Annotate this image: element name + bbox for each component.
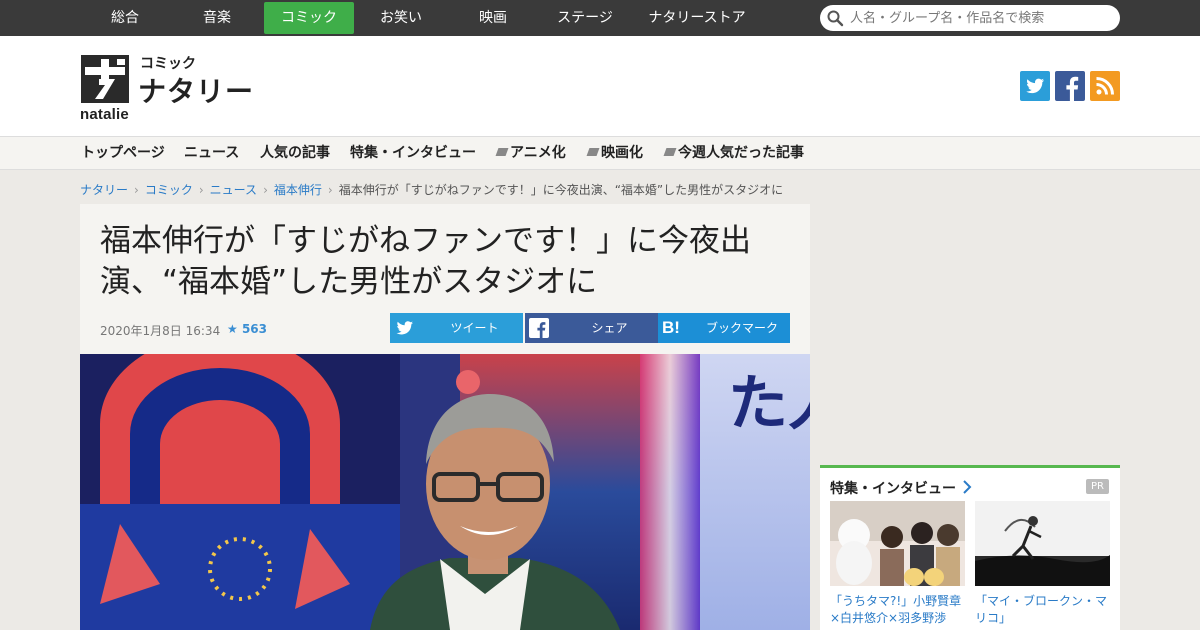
twitter-button[interactable]: [1020, 71, 1050, 101]
hatena-bookmark-button[interactable]: B! ブックマーク: [658, 313, 790, 343]
pr-badge: PR: [1086, 479, 1109, 494]
section-nav: トップページ ニュース 人気の記事 特集・インタビュー アニメ化 映画化 今週人…: [0, 136, 1200, 170]
tweet-label: ツイート: [450, 321, 499, 335]
facebook-button[interactable]: [1055, 71, 1085, 101]
widget-title[interactable]: 特集・インタビュー: [830, 478, 956, 498]
tv-studio-photo: た人生: [80, 354, 810, 630]
tag-icon: [586, 148, 600, 156]
nav-weekly-label: 今週人気だった記事: [678, 145, 804, 161]
facebook-share-button[interactable]: シェア: [525, 313, 658, 343]
breadcrumb-current: 福本伸行が「すじがねファンです！」に今夜出演、“福本婚”した男性がスタジオに: [338, 183, 784, 197]
facebook-icon: [1066, 76, 1079, 101]
site-header: natalie コミック ナタリー: [0, 36, 1200, 136]
breadcrumb-link[interactable]: コミック: [145, 183, 193, 197]
chevron-right-icon: ›: [263, 183, 268, 197]
nav-movie-label: 映画化: [601, 145, 643, 161]
feature-photo: [975, 501, 1110, 586]
tag-icon: [495, 148, 509, 156]
nav-popular[interactable]: 人気の記事: [260, 137, 330, 169]
breadcrumb-link[interactable]: ニュース: [210, 183, 257, 197]
feature-widget: 特集・インタビュー PR 「うちタマ?!」小野賢章×白井悠介×羽多野渉 「マイ・…: [820, 465, 1120, 630]
category-tab-owarai[interactable]: お笑い: [354, 2, 448, 34]
star-icon: ★: [227, 322, 238, 336]
facebook-share-label: シェア: [591, 321, 628, 335]
category-tab-store[interactable]: ナタリーストア: [632, 2, 762, 34]
article-title: 福本伸行が「すじがねファンです！」に今夜出演、“福本婚”した男性がスタジオに: [100, 223, 751, 300]
feature-caption[interactable]: 「うちタマ?!」小野賢章×白井悠介×羽多野渉: [830, 593, 970, 627]
breadcrumb-link[interactable]: 福本伸行: [274, 183, 322, 197]
star-count-value: 563: [241, 322, 268, 336]
natalie-logo-icon[interactable]: [81, 55, 129, 103]
nav-anime-label: アニメ化: [510, 145, 566, 161]
facebook-icon: [529, 318, 549, 338]
logo-wordmark: natalie: [80, 106, 129, 123]
breadcrumb-link[interactable]: ナタリー: [80, 183, 128, 197]
hatena-bookmark-label: ブックマーク: [705, 321, 778, 335]
category-tab-music[interactable]: 音楽: [170, 2, 264, 34]
search-input[interactable]: [850, 8, 1110, 28]
rss-icon: [1096, 77, 1114, 95]
photo-text: た人生: [728, 369, 810, 439]
article-date: 2020年1月8日 16:34: [100, 324, 221, 338]
twitter-icon: [1026, 78, 1044, 94]
chevron-right-icon: ›: [134, 183, 139, 197]
category-nav: 総合 音楽 コミック お笑い 映画 ステージ ナタリーストア: [80, 2, 762, 34]
category-bar: 総合 音楽 コミック お笑い 映画 ステージ ナタリーストア: [0, 0, 1200, 36]
feature-caption[interactable]: 「マイ・ブロークン・マリコ」: [975, 593, 1115, 627]
logo-title[interactable]: ナタリー: [138, 70, 254, 110]
nav-news[interactable]: ニュース: [184, 137, 239, 169]
hatena-bookmark-icon: B!: [662, 318, 680, 337]
tweet-button[interactable]: ツイート: [390, 313, 523, 343]
category-tab-general[interactable]: 総合: [80, 2, 170, 34]
nav-top-page[interactable]: トップページ: [81, 137, 165, 169]
chevron-right-icon: ›: [327, 183, 333, 197]
feature-thumbnail[interactable]: [975, 501, 1110, 586]
chevron-right-icon[interactable]: [962, 479, 972, 495]
article-header: 福本伸行が「すじがねファンです！」に今夜出演、“福本婚”した男性がスタジオに 2…: [80, 204, 810, 354]
nav-movie[interactable]: 映画化: [586, 137, 643, 169]
feature-photo: [830, 501, 965, 586]
nav-anime[interactable]: アニメ化: [495, 137, 566, 169]
rss-button[interactable]: [1090, 71, 1120, 101]
tag-icon: [663, 148, 677, 156]
star-count[interactable]: ★ 563: [227, 322, 267, 336]
category-tab-eiga[interactable]: 映画: [448, 2, 538, 34]
breadcrumb: ナタリー › コミック › ニュース › 福本伸行 › 福本伸行が「すじがねファンです！」に今夜…: [80, 181, 783, 198]
nav-features[interactable]: 特集・インタビュー: [350, 137, 476, 169]
search-icon[interactable]: [826, 9, 844, 27]
chevron-right-icon: ›: [198, 183, 204, 197]
category-tab-stage[interactable]: ステージ: [538, 2, 632, 34]
category-tab-comic[interactable]: コミック: [264, 2, 354, 34]
article-card: 福本伸行が「すじがねファンです！」に今夜出演、“福本婚”した男性がスタジオに 2…: [80, 204, 810, 630]
search-box: [820, 5, 1120, 31]
twitter-icon: [396, 321, 413, 335]
article-photo[interactable]: た人生: [80, 354, 810, 630]
feature-thumbnail[interactable]: [830, 501, 965, 586]
nav-weekly-popular[interactable]: 今週人気だった記事: [663, 137, 804, 169]
